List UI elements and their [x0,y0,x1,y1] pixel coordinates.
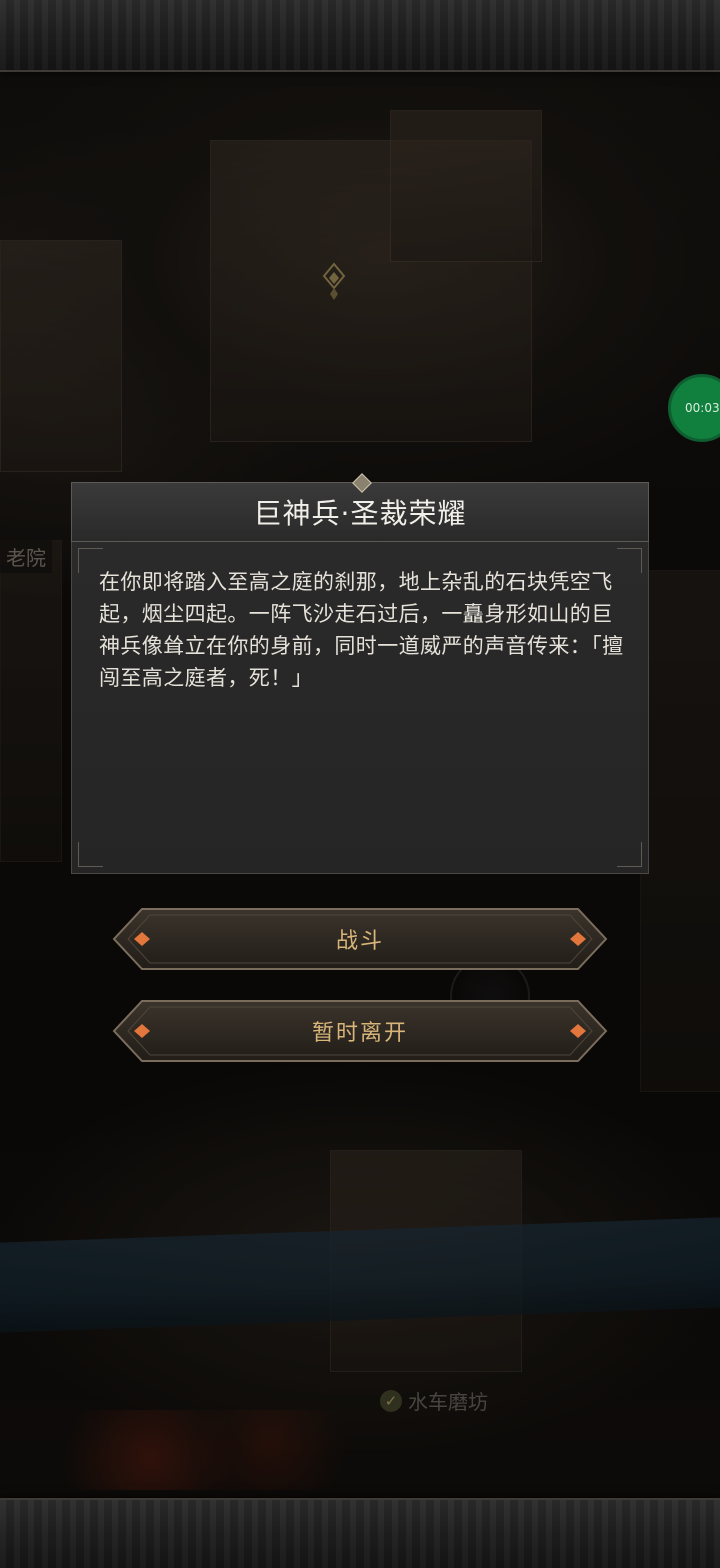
fight-button-label: 战斗 [335,929,384,954]
corner-ornament-icon [617,842,642,867]
game-screen: 老院 ✓ 水车磨坊 00:03 巨神兵·圣裁荣耀 在你即将踏入至高之庭的刹那，地… [0,0,720,1568]
corner-ornament-icon [78,842,103,867]
event-dialog: 巨神兵·圣裁荣耀 在你即将踏入至高之庭的刹那，地上杂乱的石块凭空飞起，烟尘四起。… [71,473,649,874]
dialog-header: 巨神兵·圣裁荣耀 [71,473,649,542]
leave-button-label: 暂时离开 [311,1021,408,1046]
bottom-frame [0,1498,720,1568]
top-frame [0,0,720,72]
dialog-title: 巨神兵·圣裁荣耀 [253,497,467,530]
fight-button[interactable]: 战斗 [112,907,608,971]
dialog-story-text: 在你即将踏入至高之庭的刹那，地上杂乱的石块凭空飞起，烟尘四起。一阵飞沙走石过后，… [99,570,624,690]
leave-button[interactable]: 暂时离开 [112,999,608,1063]
